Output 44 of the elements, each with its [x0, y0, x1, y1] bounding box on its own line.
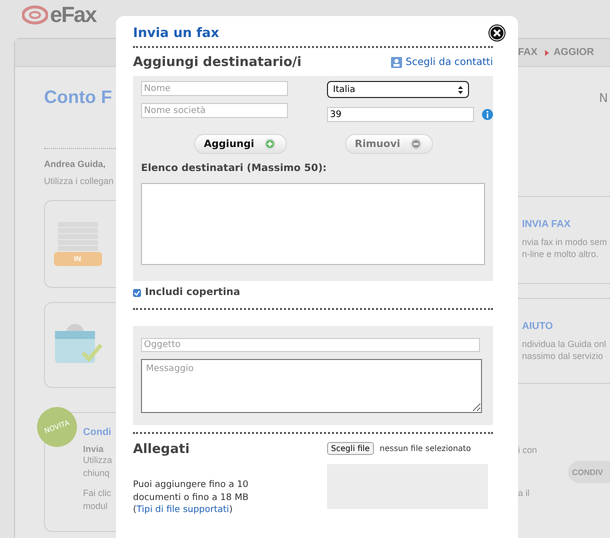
greeting: Andrea Guida, [44, 159, 107, 169]
card-text: ndividua la Guida onl [522, 338, 608, 350]
promo-text: a il [518, 487, 531, 500]
add-button[interactable]: Aggiungi [194, 134, 286, 154]
close-icon[interactable] [488, 24, 506, 42]
intro-text: Utilizza i collegan [44, 175, 115, 188]
contact-card-icon [390, 57, 402, 68]
card-text: n-line e molto altro. [522, 248, 600, 260]
recipient-list-label: Elenco destinatari (Massimo 50): [141, 163, 328, 174]
choose-file-button[interactable]: Scegli file [327, 442, 374, 455]
promo-text: chiunq [83, 467, 111, 480]
minus-circle-icon [410, 138, 422, 150]
header-text: N [598, 91, 609, 105]
promo-text: Utilizza [83, 454, 114, 467]
page-title: Conto F [44, 87, 113, 108]
plus-circle-icon [264, 138, 276, 150]
card-heading: AIUTO [522, 321, 554, 332]
updown-caret-icon [458, 86, 463, 94]
subject-field[interactable]: Oggetto [141, 338, 480, 352]
card-text: nassimo dal servizio [522, 350, 604, 362]
cover-label: Includi copertina [145, 287, 240, 298]
spiral-icon [22, 5, 48, 25]
info-icon[interactable] [482, 109, 493, 120]
attachments-note: Puoi aggiungere fino a 10 documenti o fino a 18 MB (Tipi di file supportati) [133, 479, 250, 516]
card-heading: INVIA FAX [522, 219, 572, 230]
dialog-title: Invia un fax [133, 26, 220, 40]
company-field[interactable]: Nome società [141, 103, 288, 118]
country-select[interactable]: Italia [327, 81, 469, 98]
promo-text: Fai clic [83, 487, 112, 500]
card-text: nvia fax in modo sem [522, 236, 608, 248]
name-field[interactable]: Nome [141, 81, 288, 96]
promo-text: modul [83, 500, 109, 513]
message-field[interactable]: Messaggio [141, 359, 482, 413]
promo-text: i con [518, 444, 538, 457]
contacts-link[interactable]: Scegli da contatti [390, 57, 493, 68]
section-heading: Aggiungi destinatario/i [133, 55, 302, 70]
promo-subheading: Invia [83, 444, 105, 454]
cover-checkbox[interactable] [133, 288, 141, 296]
file-types-link[interactable]: Tipi di file supportati [136, 505, 230, 515]
fax-number-field[interactable]: 39 [327, 107, 474, 122]
attachments-heading: Allegati [133, 442, 191, 457]
logo-text: eFax [50, 2, 96, 28]
promo-heading: Condi [83, 427, 112, 438]
file-status: nessun file selezionato [380, 444, 471, 453]
